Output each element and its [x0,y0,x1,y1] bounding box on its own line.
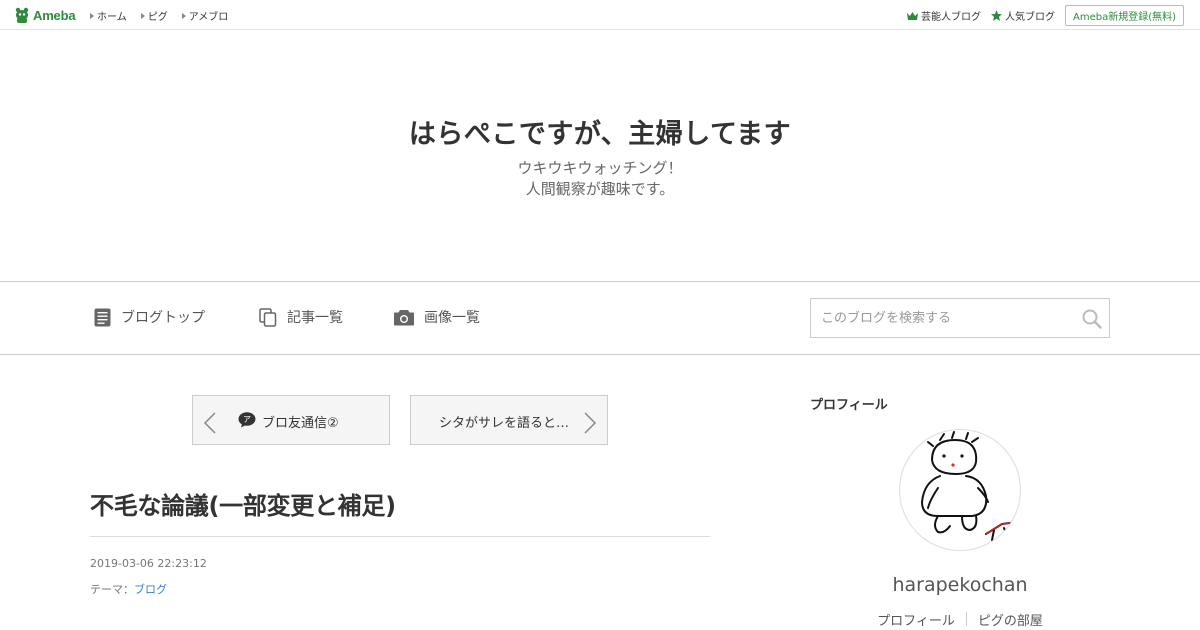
top-bar: Ameba ホーム ピグ アメブロ 芸能人ブログ 人気ブログ Ameba新規登録… [0,0,1200,30]
top-nav-home-label: ホーム [97,12,127,23]
profile-heading: プロフィール [810,398,888,413]
profile-links-divider [965,612,967,626]
article-title-divider [90,536,710,537]
popular-blog-link[interactable]: 人気ブログ [990,8,1055,23]
popular-blog-label: 人気ブログ [1004,12,1055,23]
register-button[interactable]: Ameba新規登録(無料) [1064,5,1184,26]
celeb-blog-label: 芸能人ブログ [920,12,981,23]
article-theme: テーマ：ブログ [90,581,167,597]
nav-image-list-label: 画像一覧 [424,310,480,326]
nav-article-list-label: 記事一覧 [287,310,343,326]
triangle-right-icon [90,12,94,19]
article-title[interactable]: 不毛な論議(一部変更と補足) [90,486,396,521]
chevron-right-icon [584,412,597,434]
ameba-logo[interactable]: Ameba [14,6,76,24]
nav-image-list[interactable]: 画像一覧 [394,307,480,327]
top-nav: ホーム ピグ アメブロ [90,8,228,23]
profile-username[interactable]: harapekochan [810,574,1110,596]
top-nav-pigg[interactable]: ピグ [140,8,168,23]
camera-icon [394,309,414,325]
blog-search-box [810,298,1110,338]
avatar[interactable] [899,429,1021,551]
ameba-mascot-icon [15,7,29,23]
top-nav-ameblo-label: アメブロ [188,12,229,23]
article-date: 2019-03-06 22:23:12 [90,557,207,570]
top-right-links: 芸能人ブログ 人気ブログ Ameba新規登録(無料) [906,5,1184,26]
top-nav-ameblo[interactable]: アメブロ [181,8,229,23]
theme-link[interactable]: ブログ [134,583,167,596]
pigg-room-link[interactable]: ピグの部屋 [978,610,1043,629]
chevron-left-icon [203,412,216,434]
profile-link[interactable]: プロフィール [877,610,955,629]
blog-nav-bar: ブログトップ 記事一覧 画像一覧 [0,281,1200,355]
blog-header: はらぺこですが、主婦してます ウキウキウォッチング！ 人間観察が趣味です。 [0,30,1200,282]
prev-article-label: ブロ友通信② [262,416,339,431]
profile-links: プロフィール ピグの部屋 [810,610,1110,629]
blog-description: ウキウキウォッチング！ 人間観察が趣味です。 [0,158,1200,200]
blog-description-line-2: 人間観察が趣味です。 [525,180,675,198]
top-nav-home[interactable]: ホーム [90,8,127,23]
ameba-badge-icon: ア [238,412,256,428]
triangle-right-icon [181,12,186,19]
prev-article-button[interactable]: ア ブロ友通信② [192,395,390,445]
triangle-right-icon [140,12,145,19]
celeb-blog-link[interactable]: 芸能人ブログ [906,8,981,23]
copy-documents-icon [259,307,277,327]
svg-text:ア: ア [243,415,251,424]
star-icon [990,10,1002,21]
logo-text: Ameba [33,7,76,23]
crown-icon [906,11,918,20]
nav-blog-top-label: ブログトップ [121,310,205,326]
top-nav-pigg-label: ピグ [147,12,168,23]
nav-blog-top[interactable]: ブログトップ [94,307,205,327]
blog-description-line-1: ウキウキウォッチング！ [517,159,683,177]
blog-search-input[interactable] [811,299,1091,337]
next-article-label: シタがサレを語ると… [439,416,570,431]
blog-title[interactable]: はらぺこですが、主婦してます [0,112,1200,151]
theme-prefix: テーマ： [90,583,134,596]
avatar-drawing [920,431,1019,541]
nav-article-list[interactable]: 記事一覧 [259,307,343,327]
search-button[interactable] [1081,308,1103,330]
document-icon [94,308,111,326]
search-icon [1082,309,1102,329]
next-article-button[interactable]: シタがサレを語ると… [410,395,608,445]
